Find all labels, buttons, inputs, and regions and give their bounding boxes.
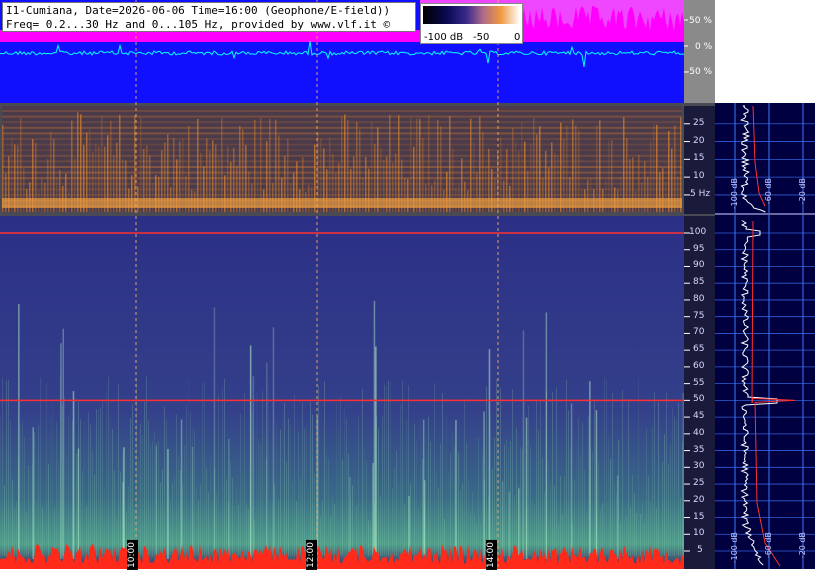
high-tick-label: 75: [693, 310, 705, 321]
header-title: I1-Cumiana, Date=2026-06-06 Time=16:00 (…: [2, 2, 416, 32]
high-tick-label: 30: [693, 461, 705, 472]
high-tick-label: 55: [693, 377, 705, 388]
high-tick-label: 65: [693, 344, 705, 355]
high-tick-label: 25: [693, 478, 705, 489]
time-label-10: 10:00: [127, 540, 138, 570]
db-color-scale: -100 dB -50 0: [420, 3, 523, 44]
high-tick-label: 35: [693, 444, 705, 455]
high-tick-label: 100: [689, 227, 707, 237]
high-tick-label: 60: [693, 360, 705, 371]
low-tick-label: 15: [693, 153, 705, 164]
time-label-14: 14:00: [486, 540, 497, 570]
high-tick-label: 95: [693, 243, 705, 254]
spectrum-top-label-minus60: -60 dB: [764, 178, 773, 205]
time-label-12: 12:00: [306, 540, 317, 570]
average-spectrum-background: [715, 103, 815, 569]
low-tick-label: 25: [693, 117, 705, 128]
time-marker-lines: [135, 0, 499, 569]
high-tick-label: 10: [693, 528, 705, 539]
spectrum-top-label-minus100: -100 dB: [730, 178, 739, 210]
high-tick-label: 85: [693, 277, 705, 288]
low-tick-label: 20: [693, 135, 705, 146]
spectrum-bottom-label-minus20: -20 dB: [798, 532, 807, 559]
high-tick-label: 15: [693, 511, 705, 522]
title-line-1: I1-Cumiana, Date=2026-06-06 Time=16:00 (…: [6, 4, 391, 17]
spectrum-bottom-label-minus60: -60 dB: [764, 532, 773, 559]
high-tick-label: 45: [693, 411, 705, 422]
high-tick-label: 80: [693, 293, 705, 304]
high-tick-label: 90: [693, 260, 705, 271]
waveform-tick-minus50: -50 %: [686, 67, 713, 77]
high-tick-label: 70: [693, 327, 705, 338]
waveform-tick-50: 50 %: [689, 16, 712, 26]
high-tick-label: 20: [693, 494, 705, 505]
high-tick-label: 5: [697, 545, 703, 555]
low-tick-label: 5 Hz: [690, 188, 711, 199]
high-tick-label: 50: [693, 394, 705, 405]
low-tick-label: 10: [693, 171, 705, 182]
average-spectrum-panel: [715, 103, 815, 569]
scale-label-min: -100 dB: [424, 32, 464, 43]
spectrum-top-label-minus20: -20 dB: [798, 178, 807, 205]
db-color-gradient: [423, 6, 520, 24]
scale-label-max: 0: [514, 32, 521, 43]
spectrum-bottom-label-minus100: -100 dB: [730, 532, 739, 564]
high-tick-label: 40: [693, 427, 705, 438]
title-line-2: Freq= 0.2...30 Hz and 0...105 Hz, provid…: [6, 18, 391, 31]
waveform-tick-0: 0 %: [695, 42, 713, 52]
scale-label-mid: -50: [473, 32, 490, 43]
